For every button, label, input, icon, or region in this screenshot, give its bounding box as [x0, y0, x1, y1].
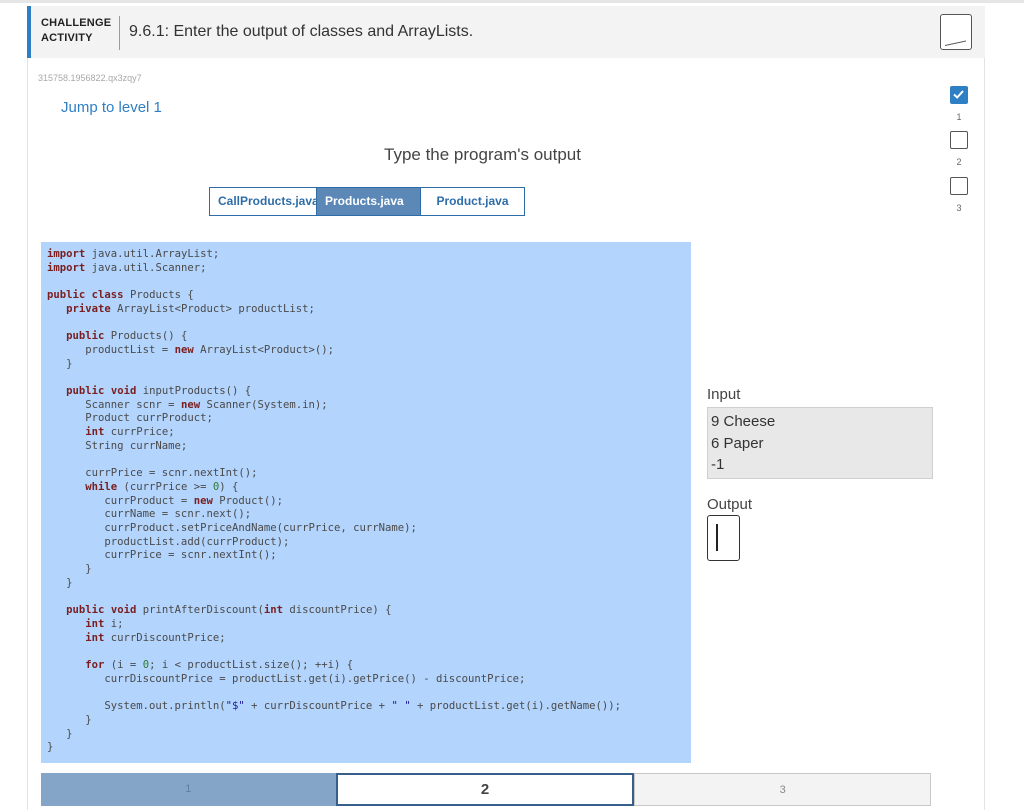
code-listing: import java.util.ArrayList; import java.…: [47, 248, 622, 754]
activity-type-label: CHALLENGE ACTIVITY: [41, 17, 112, 44]
input-label: Input: [707, 386, 741, 403]
tab-callproducts-java[interactable]: CallProducts.java: [210, 188, 319, 215]
tab-product-java[interactable]: Product.java: [420, 188, 524, 215]
header-divider: [119, 16, 120, 50]
activity-title: 9.6.1: Enter the output of classes and A…: [129, 23, 474, 40]
level-3-segment[interactable]: 3: [634, 773, 932, 806]
jump-to-level-link[interactable]: Jump to level 1: [61, 99, 162, 116]
input-line: 9 Cheese: [711, 413, 776, 430]
text-cursor: [716, 524, 718, 551]
level-3-checkbox-icon[interactable]: [950, 177, 968, 195]
instruction-text: Type the program's output: [384, 145, 581, 164]
level-progress-bar: 1 2 3: [41, 773, 932, 806]
top-border: [0, 0, 1024, 3]
tab-products-java[interactable]: Products.java: [316, 188, 420, 215]
level-2-number: 2: [956, 157, 962, 167]
file-tabs: CallProducts.java Products.java Product.…: [209, 187, 525, 216]
activity-header: CHALLENGE ACTIVITY 9.6.1: Enter the outp…: [27, 6, 985, 58]
level-1-checkbox-icon[interactable]: [950, 86, 968, 104]
input-line: 6 Paper: [711, 434, 764, 452]
output-answer-field[interactable]: [707, 515, 740, 561]
program-input-box: 9 Cheese 6 Paper -1: [707, 407, 933, 479]
output-label: Output: [707, 496, 753, 513]
level-2-checkbox-icon[interactable]: [950, 131, 968, 149]
level-3-number: 3: [956, 203, 962, 213]
bookmark-icon[interactable]: [940, 14, 972, 50]
level-2-segment[interactable]: 2: [335, 773, 635, 806]
activity-id: 315758.1956822.qx3zqy7: [38, 73, 142, 83]
level-1-number: 1: [956, 112, 962, 122]
input-line: -1: [711, 456, 725, 473]
level-1-segment[interactable]: 1: [41, 773, 336, 806]
